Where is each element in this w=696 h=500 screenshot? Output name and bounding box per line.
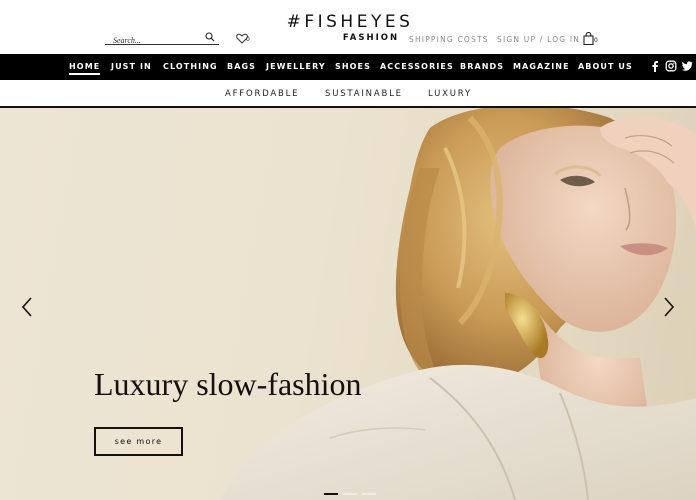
hero-title: Luxury slow-fashion xyxy=(94,366,362,402)
main-nav: HOME JUST IN CLOTHING BAGS JEWELLERY SHO… xyxy=(0,54,696,80)
slide-indicator xyxy=(324,493,376,496)
nav-item-accessories[interactable]: ACCESSORIES xyxy=(380,62,454,71)
nav-item-brands[interactable]: BRANDS xyxy=(460,62,504,71)
search-icon[interactable] xyxy=(205,32,215,42)
logo-subtitle: FASHION xyxy=(342,33,400,43)
shopping-bag-button[interactable]: 0 xyxy=(583,31,599,46)
next-slide-arrow[interactable] xyxy=(662,296,676,318)
slide-dot-3[interactable] xyxy=(362,493,376,495)
search-box xyxy=(105,30,219,48)
nav-item-jewellery[interactable]: JEWELLERY xyxy=(266,62,326,71)
signup-login-link[interactable]: SIGN UP / LOG IN xyxy=(497,35,580,44)
bag-count: 0 xyxy=(594,37,598,44)
facebook-icon[interactable] xyxy=(649,60,661,72)
slide-dot-1[interactable] xyxy=(324,493,338,495)
prev-slide-arrow[interactable] xyxy=(20,296,34,318)
logo-title: #FISHEYES xyxy=(286,12,414,32)
nav-item-shoes[interactable]: SHOES xyxy=(335,62,371,71)
wishlist-button[interactable]: 0 xyxy=(236,31,252,45)
category-subnav: AFFORDABLE SUSTAINABLE LUXURY xyxy=(0,80,696,108)
shopping-bag-icon xyxy=(583,31,594,46)
hero-banner: Luxury slow-fashion see more xyxy=(0,108,696,500)
search-input[interactable] xyxy=(105,33,201,48)
subnav-item-sustainable[interactable]: SUSTAINABLE xyxy=(325,89,403,99)
nav-item-just-in[interactable]: JUST IN xyxy=(111,62,152,71)
nav-item-about-us[interactable]: ABOUT US xyxy=(578,62,633,71)
nav-item-clothing[interactable]: CLOTHING xyxy=(163,62,218,71)
nav-item-bags[interactable]: BAGS xyxy=(227,62,256,71)
slide-dot-2[interactable] xyxy=(343,493,357,495)
subnav-item-luxury[interactable]: LUXURY xyxy=(428,89,472,99)
site-header: 0 #FISHEYES FASHION SHIPPING COSTS SIGN … xyxy=(0,0,696,54)
wishlist-count: 0 xyxy=(246,36,250,43)
nav-item-home[interactable]: HOME xyxy=(69,62,101,75)
shipping-costs-link[interactable]: SHIPPING COSTS xyxy=(409,35,489,44)
see-more-button[interactable]: see more xyxy=(94,427,183,456)
subnav-item-affordable[interactable]: AFFORDABLE xyxy=(225,89,299,99)
instagram-icon[interactable] xyxy=(665,60,677,72)
site-logo[interactable]: #FISHEYES FASHION xyxy=(280,12,420,43)
nav-item-magazine[interactable]: MAGAZINE xyxy=(513,62,570,71)
twitter-icon[interactable] xyxy=(681,60,693,72)
